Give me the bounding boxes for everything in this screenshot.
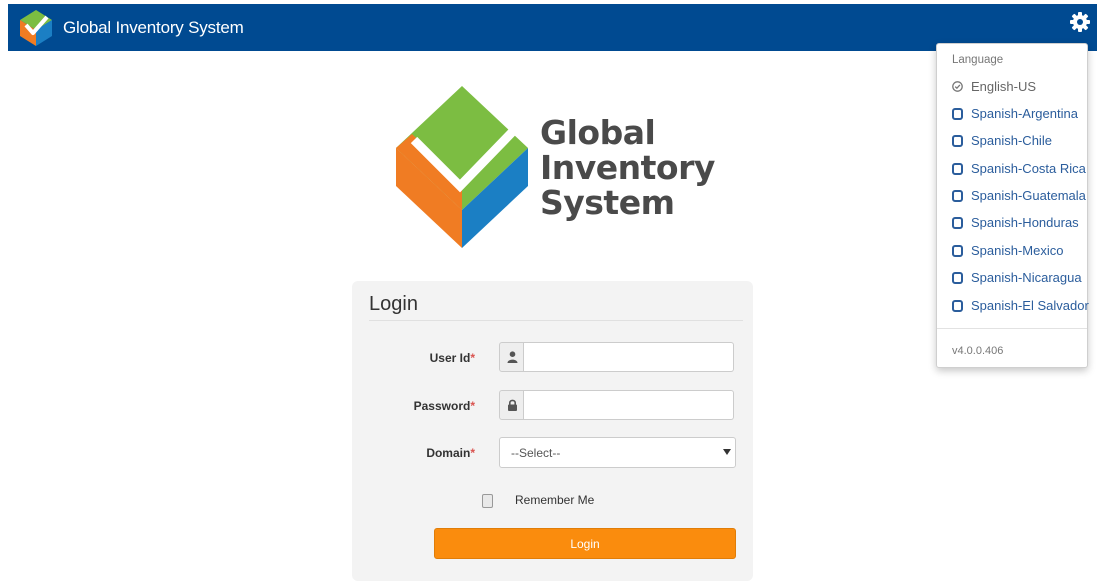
password-input[interactable]	[524, 390, 734, 420]
lock-addon	[499, 390, 524, 420]
password-label-text: Password	[413, 399, 471, 413]
password-input-group	[499, 390, 734, 420]
square-icon	[952, 162, 963, 175]
logo-text-line: Global	[540, 113, 656, 152]
domain-label-text: Domain	[426, 446, 471, 460]
lock-icon	[508, 399, 517, 411]
app-version: v4.0.0.406	[952, 345, 1004, 357]
language-option-spanish-mexico[interactable]: Spanish-Mexico	[952, 242, 1064, 260]
language-menu-header: Language	[952, 54, 1004, 66]
language-dropdown-menu: Language English-US Spanish-Argentina Sp…	[936, 43, 1089, 368]
gis-cube-logo-icon	[20, 10, 52, 46]
language-option-spanish-honduras[interactable]: Spanish-Honduras	[952, 214, 1079, 232]
square-icon	[952, 216, 963, 229]
app-title: Global Inventory System	[63, 18, 244, 37]
user-id-label: User Id*	[430, 351, 475, 365]
language-option-label: Spanish-Chile	[971, 133, 1052, 149]
language-option-label: Spanish-Guatemala	[971, 188, 1086, 204]
language-option-spanish-chile[interactable]: Spanish-Chile	[952, 132, 1052, 150]
language-option-spanish-argentina[interactable]: Spanish-Argentina	[952, 105, 1078, 123]
login-panel: Login User Id* Password* Domain* --Selec…	[352, 281, 753, 581]
menu-divider	[937, 328, 1087, 329]
language-option-label: Spanish-Argentina	[971, 106, 1078, 122]
square-icon	[952, 271, 963, 284]
remember-me-label: Remember Me	[515, 493, 595, 507]
user-id-label-text: User Id	[429, 351, 471, 365]
gis-cube-logo-icon	[396, 86, 528, 248]
user-addon	[499, 342, 524, 372]
login-button[interactable]: Login	[434, 528, 736, 559]
checkbox-box[interactable]	[482, 494, 493, 508]
square-icon	[952, 299, 963, 312]
language-option-label: English-US	[971, 79, 1037, 95]
required-mark: *	[470, 446, 475, 460]
language-option-label: Spanish-Costa Rica	[971, 161, 1086, 177]
logo-wordmark: Global Inventory System	[540, 115, 715, 220]
square-icon	[952, 189, 963, 202]
language-option-spanish-guatemala[interactable]: Spanish-Guatemala	[952, 187, 1086, 205]
language-option-label: Spanish-El Salvador	[971, 298, 1089, 314]
gear-icon[interactable]	[1070, 12, 1090, 32]
domain-label: Domain*	[426, 446, 475, 460]
square-icon	[952, 244, 963, 257]
square-icon	[952, 134, 963, 147]
caret-down-icon	[723, 449, 731, 455]
required-mark: *	[470, 399, 475, 413]
password-label: Password*	[414, 399, 475, 413]
language-option-spanish-el-salvador[interactable]: Spanish-El Salvador	[952, 297, 1089, 315]
logo-text-line: System	[540, 183, 675, 222]
check-circle-icon	[952, 81, 963, 92]
required-mark: *	[470, 351, 475, 365]
domain-select[interactable]: --Select--	[499, 437, 736, 468]
language-option-label: Spanish-Mexico	[971, 243, 1064, 259]
user-icon	[507, 351, 518, 363]
top-navbar: Global Inventory System	[8, 4, 1097, 51]
login-title: Login	[369, 293, 418, 315]
language-option-english-us[interactable]: English-US	[952, 78, 1036, 96]
user-id-input[interactable]	[524, 342, 734, 372]
square-icon	[952, 107, 963, 120]
language-option-label: Spanish-Honduras	[971, 215, 1079, 231]
domain-select-value: --Select--	[511, 446, 561, 460]
title-divider	[369, 320, 743, 321]
user-id-input-group	[499, 342, 734, 372]
logo-text-line: Inventory	[540, 148, 715, 187]
language-option-spanish-nicaragua[interactable]: Spanish-Nicaragua	[952, 269, 1082, 287]
language-option-label: Spanish-Nicaragua	[971, 270, 1082, 286]
language-option-spanish-costa-rica[interactable]: Spanish-Costa Rica	[952, 160, 1086, 178]
